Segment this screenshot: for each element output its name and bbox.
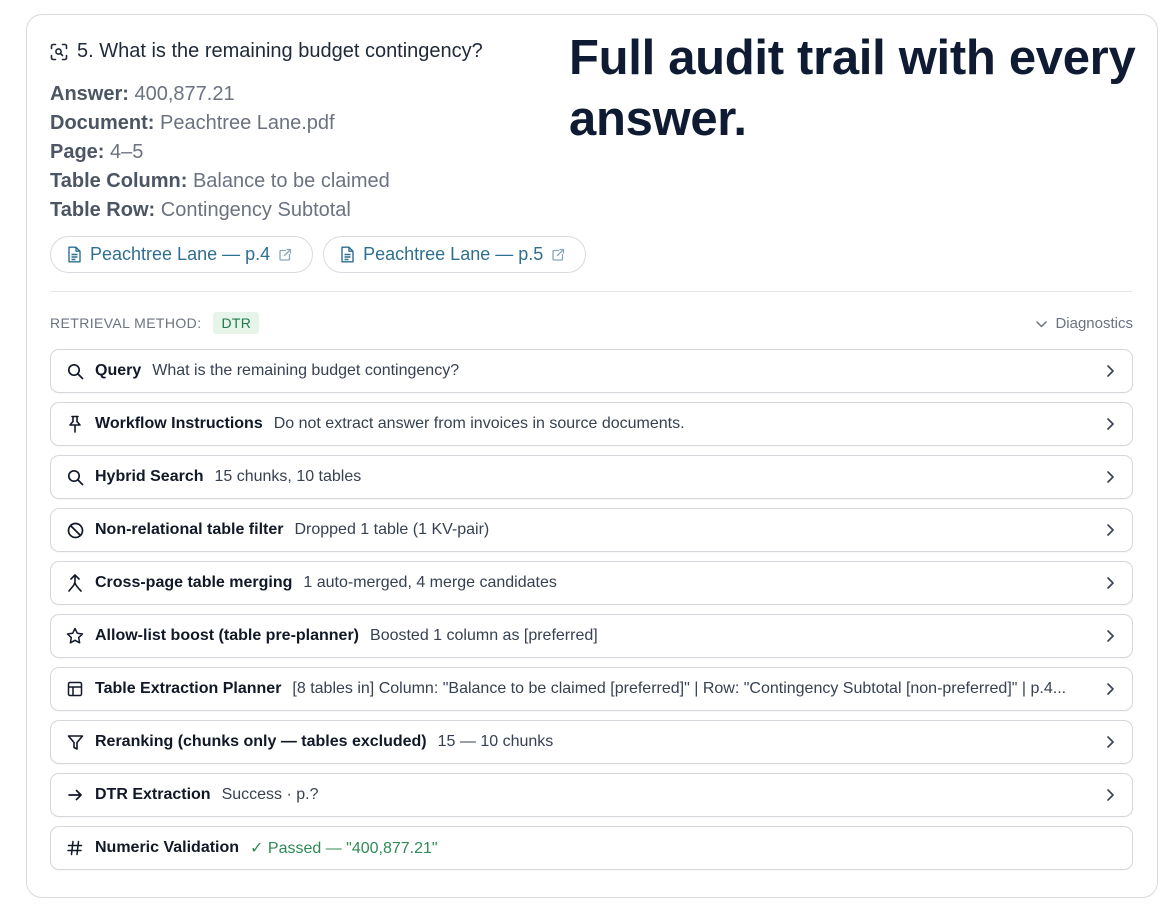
step-description: 15 chunks, 10 tables bbox=[214, 468, 362, 485]
step-numeric-validation: Numeric Validation ✓ Passed — "400,877.2… bbox=[50, 826, 1133, 870]
step-query[interactable]: Query What is the remaining budget conti… bbox=[50, 349, 1133, 393]
search-icon bbox=[66, 362, 84, 380]
pin-icon bbox=[66, 415, 84, 433]
chevron-right-icon bbox=[1104, 789, 1116, 801]
pipeline-steps: Query What is the remaining budget conti… bbox=[50, 349, 1133, 879]
question-text: 5. What is the remaining budget continge… bbox=[77, 40, 483, 62]
step-cross-page-merging[interactable]: Cross-page table merging 1 auto-merged, … bbox=[50, 561, 1133, 605]
step-description: [8 tables in] Column: "Balance to be cla… bbox=[292, 680, 1067, 697]
source-chip-p5[interactable]: Peachtree Lane — p.5 bbox=[323, 236, 587, 273]
answer-details: Answer: 400,877.21 Document: Peachtree L… bbox=[50, 80, 390, 225]
step-title: Table Extraction Planner bbox=[95, 680, 282, 697]
step-description: 15 — 10 chunks bbox=[437, 733, 554, 750]
external-link-icon bbox=[278, 248, 292, 262]
step-title: Numeric Validation bbox=[95, 839, 240, 856]
chevron-right-icon bbox=[1104, 524, 1116, 536]
diagnostics-toggle[interactable]: Diagnostics bbox=[1036, 315, 1133, 332]
chevron-right-icon bbox=[1104, 736, 1116, 748]
step-description: Success · p.? bbox=[221, 786, 319, 803]
chevron-right-icon bbox=[1104, 683, 1116, 695]
chevron-down-icon bbox=[1036, 315, 1048, 332]
retrieval-method-label: RETRIEVAL METHOD: bbox=[50, 315, 202, 331]
chevron-right-icon bbox=[1104, 471, 1116, 483]
merge-icon bbox=[66, 574, 84, 592]
step-title: Cross-page table merging bbox=[95, 574, 293, 591]
step-non-relational-filter[interactable]: Non-relational table filter Dropped 1 ta… bbox=[50, 508, 1133, 552]
step-description: Dropped 1 table (1 KV-pair) bbox=[294, 521, 490, 538]
hash-icon bbox=[66, 839, 84, 857]
step-title: Non-relational table filter bbox=[95, 521, 284, 538]
filter-icon bbox=[66, 733, 84, 751]
step-dtr-extraction[interactable]: DTR Extraction Success · p.? bbox=[50, 773, 1133, 817]
page-line: Page: 4–5 bbox=[50, 141, 144, 163]
source-chip-label: Peachtree Lane — p.5 bbox=[363, 244, 544, 264]
headline: Full audit trail with every answer. bbox=[569, 31, 1136, 146]
step-title: Hybrid Search bbox=[95, 468, 204, 485]
table-column-line: Table Column: Balance to be claimed bbox=[50, 170, 390, 192]
step-allow-list-boost[interactable]: Allow-list boost (table pre-planner) Boo… bbox=[50, 614, 1133, 658]
question-header: 5. What is the remaining budget continge… bbox=[50, 40, 483, 63]
chevron-right-icon bbox=[1104, 365, 1116, 377]
answer-line: Answer: 400,877.21 bbox=[50, 83, 235, 105]
step-title: Query bbox=[95, 362, 142, 379]
external-link-icon bbox=[551, 248, 565, 262]
step-description: 1 auto-merged, 4 merge candidates bbox=[303, 574, 557, 591]
source-chip-p4[interactable]: Peachtree Lane — p.4 bbox=[50, 236, 314, 273]
step-hybrid-search[interactable]: Hybrid Search 15 chunks, 10 tables bbox=[50, 455, 1133, 499]
step-description: Boosted 1 column as [preferred] bbox=[370, 627, 598, 644]
step-description: What is the remaining budget contingency… bbox=[152, 362, 460, 379]
step-description: ✓ Passed — "400,877.21" bbox=[250, 840, 438, 857]
table-row-line: Table Row: Contingency Subtotal bbox=[50, 199, 351, 221]
step-description: Do not extract answer from invoices in s… bbox=[273, 415, 685, 432]
step-reranking[interactable]: Reranking (chunks only — tables excluded… bbox=[50, 720, 1133, 764]
method-badge: DTR bbox=[213, 312, 260, 334]
document-line: Document: Peachtree Lane.pdf bbox=[50, 112, 335, 134]
step-title: Reranking (chunks only — tables excluded… bbox=[95, 733, 427, 750]
source-chip-label: Peachtree Lane — p.4 bbox=[90, 244, 271, 264]
star-icon bbox=[66, 627, 84, 645]
search-icon bbox=[66, 468, 84, 486]
arrow-right-icon bbox=[66, 786, 84, 804]
file-icon bbox=[340, 246, 355, 263]
step-title: Allow-list boost (table pre-planner) bbox=[95, 627, 360, 644]
step-title: DTR Extraction bbox=[95, 786, 211, 803]
step-table-extraction-planner[interactable]: Table Extraction Planner [8 tables in] C… bbox=[50, 667, 1133, 711]
step-workflow-instructions[interactable]: Workflow Instructions Do not extract ans… bbox=[50, 402, 1133, 446]
diagnostics-label: Diagnostics bbox=[1055, 314, 1133, 332]
retrieval-method-row: RETRIEVAL METHOD: DTR Diagnostics bbox=[50, 311, 1133, 335]
ban-icon bbox=[66, 521, 84, 539]
file-icon bbox=[67, 246, 82, 263]
chevron-right-icon bbox=[1104, 418, 1116, 430]
chevron-right-icon bbox=[1104, 630, 1116, 642]
source-links: Peachtree Lane — p.4 Peachtree Lane — p.… bbox=[50, 236, 587, 273]
scan-icon bbox=[50, 43, 68, 61]
chevron-right-icon bbox=[1104, 577, 1116, 589]
divider bbox=[50, 291, 1132, 292]
step-title: Workflow Instructions bbox=[95, 415, 263, 432]
table-icon bbox=[66, 680, 84, 698]
